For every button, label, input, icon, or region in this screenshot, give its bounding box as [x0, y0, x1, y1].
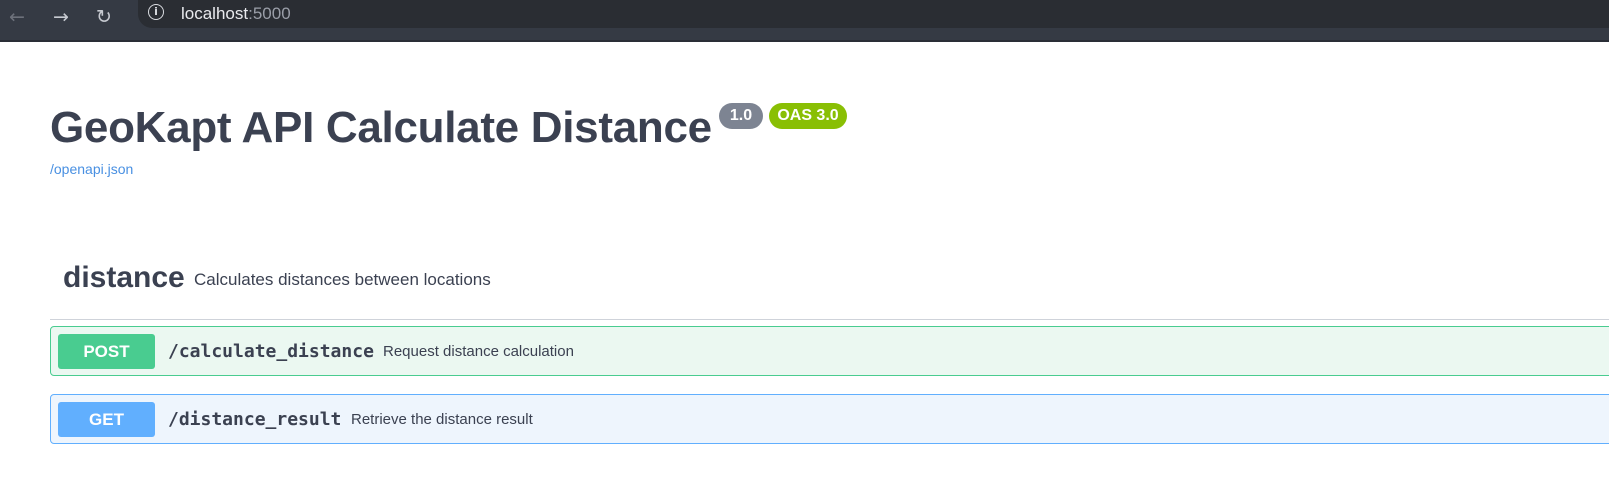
tag-name[interactable]: distance [63, 261, 185, 295]
url-text[interactable]: localhost:5000 [181, 4, 291, 24]
forward-arrow-icon[interactable]: → [50, 6, 72, 28]
operation-get-distance-result[interactable]: GET /distance_result Retrieve the distan… [50, 394, 1609, 444]
tag-description: Calculates distances between locations [194, 270, 491, 289]
tag-divider [50, 319, 1609, 320]
operation-post-calculate-distance[interactable]: POST /calculate_distance Request distanc… [50, 326, 1609, 376]
operation-path: /distance_result [168, 409, 342, 430]
browser-toolbar: ← → ↻ i localhost:5000 [0, 0, 1609, 42]
site-info-icon[interactable]: i [148, 4, 164, 20]
operation-summary: Retrieve the distance result [351, 411, 533, 428]
url-host: localhost [181, 4, 249, 23]
back-arrow-icon[interactable]: ← [6, 6, 28, 28]
url-port: :5000 [248, 4, 291, 23]
operation-path: /calculate_distance [168, 341, 374, 362]
api-title: GeoKapt API Calculate Distance [50, 103, 712, 152]
method-badge-get: GET [58, 402, 155, 437]
method-badge-post: POST [58, 334, 155, 369]
reload-icon[interactable]: ↻ [93, 6, 115, 28]
oas-badge: OAS 3.0 [769, 103, 847, 129]
operation-summary: Request distance calculation [383, 343, 574, 360]
address-bar[interactable] [138, 0, 1609, 28]
openapi-json-link[interactable]: /openapi.json [50, 161, 133, 177]
version-badge: 1.0 [719, 103, 763, 129]
